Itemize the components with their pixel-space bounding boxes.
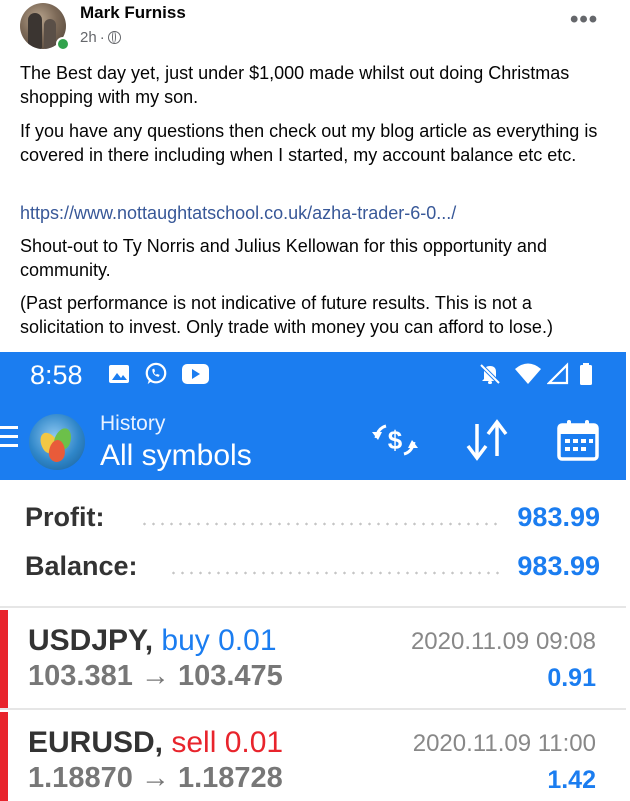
close-price: 103.475 <box>177 660 283 692</box>
post-time[interactable]: 2h <box>80 29 97 46</box>
divider <box>0 708 626 710</box>
status-time: 8:58 <box>30 360 83 390</box>
account-summary: Profit: 983.99 Balance: 983.99 <box>0 480 626 606</box>
symbol-name: USDJPY, <box>28 624 154 657</box>
profit-label: Profit: <box>25 502 105 532</box>
online-status-icon <box>56 37 70 51</box>
trade-symbol: EURUSD, sell 0.01 <box>28 726 283 760</box>
post-text-4: (Past performance is not indicative of f… <box>20 293 553 337</box>
header-subtitle[interactable]: All symbols <box>100 439 252 473</box>
close-price: 1.18728 <box>177 762 283 794</box>
post-meta: 2h · <box>80 29 121 46</box>
open-price: 103.381 <box>28 660 133 692</box>
trade-side: buy 0.01 <box>161 624 277 657</box>
post-link[interactable]: https://www.nottaughtatschool.co.uk/azha… <box>20 201 616 225</box>
post-text-1: The Best day yet, just under $1,000 made… <box>20 63 570 107</box>
sort-icon[interactable] <box>463 418 511 462</box>
trade-symbol: USDJPY, buy 0.01 <box>28 624 277 658</box>
app-header: History All symbols $ <box>0 398 626 480</box>
battery-icon <box>580 363 592 385</box>
balance-label: Balance: <box>25 551 138 581</box>
signal-icon <box>547 362 569 385</box>
calendar-icon[interactable] <box>556 418 600 462</box>
trade-status-bar <box>0 712 8 801</box>
trade-prices: 1.18870 → 1.18728 <box>28 762 283 795</box>
arrow-icon: → <box>140 660 170 692</box>
facebook-post: Mark Furniss 2h · ••• The Best day yet, … <box>0 0 630 352</box>
profit-value: 983.99 <box>517 502 600 532</box>
meta-separator: · <box>99 29 105 46</box>
trade-date: 2020.11.09 11:00 <box>412 730 596 757</box>
currency-exchange-icon[interactable]: $ <box>370 418 420 462</box>
trade-row[interactable]: USDJPY, buy 0.01 103.381 → 103.475 2020.… <box>0 610 626 708</box>
dotted-leader <box>169 571 502 575</box>
trade-side: sell 0.01 <box>171 726 284 759</box>
balance-row: Balance: 983.99 <box>25 551 600 587</box>
page-edge <box>626 0 630 801</box>
trade-row[interactable]: EURUSD, sell 0.01 1.18870 → 1.18728 2020… <box>0 712 626 801</box>
globe-icon <box>107 31 121 44</box>
post-image-screenshot[interactable]: 8:58 History All symbols $ Profit: 983.9… <box>0 352 626 801</box>
balance-value: 983.99 <box>517 551 600 581</box>
trade-prices: 103.381 → 103.475 <box>28 660 283 693</box>
trade-profit: 1.42 <box>547 766 596 794</box>
wifi-icon <box>515 363 541 384</box>
header-title: History <box>100 412 166 435</box>
post-text-2: If you have any questions then check out… <box>20 121 598 165</box>
open-price: 1.18870 <box>28 762 133 794</box>
image-icon <box>109 365 129 383</box>
post-text-3: Shout-out to Ty Norris and Julius Kellow… <box>20 236 547 280</box>
profit-row: Profit: 983.99 <box>25 502 600 538</box>
whatsapp-icon <box>145 362 167 385</box>
trade-profit: 0.91 <box>547 664 596 692</box>
menu-icon[interactable] <box>0 426 18 448</box>
symbol-name: EURUSD, <box>28 726 164 759</box>
metatrader-logo-icon <box>29 414 85 470</box>
trade-date: 2020.11.09 09:08 <box>410 628 596 655</box>
arrow-icon: → <box>140 762 170 794</box>
divider <box>0 606 626 608</box>
svg-text:$: $ <box>388 425 403 455</box>
trade-status-bar <box>0 610 8 708</box>
author-name[interactable]: Mark Furniss <box>80 3 186 23</box>
youtube-icon <box>182 364 209 384</box>
status-bar: 8:58 <box>0 352 626 398</box>
mute-bell-icon <box>479 363 501 385</box>
more-options-button[interactable]: ••• <box>570 6 598 34</box>
dotted-leader <box>140 522 502 526</box>
